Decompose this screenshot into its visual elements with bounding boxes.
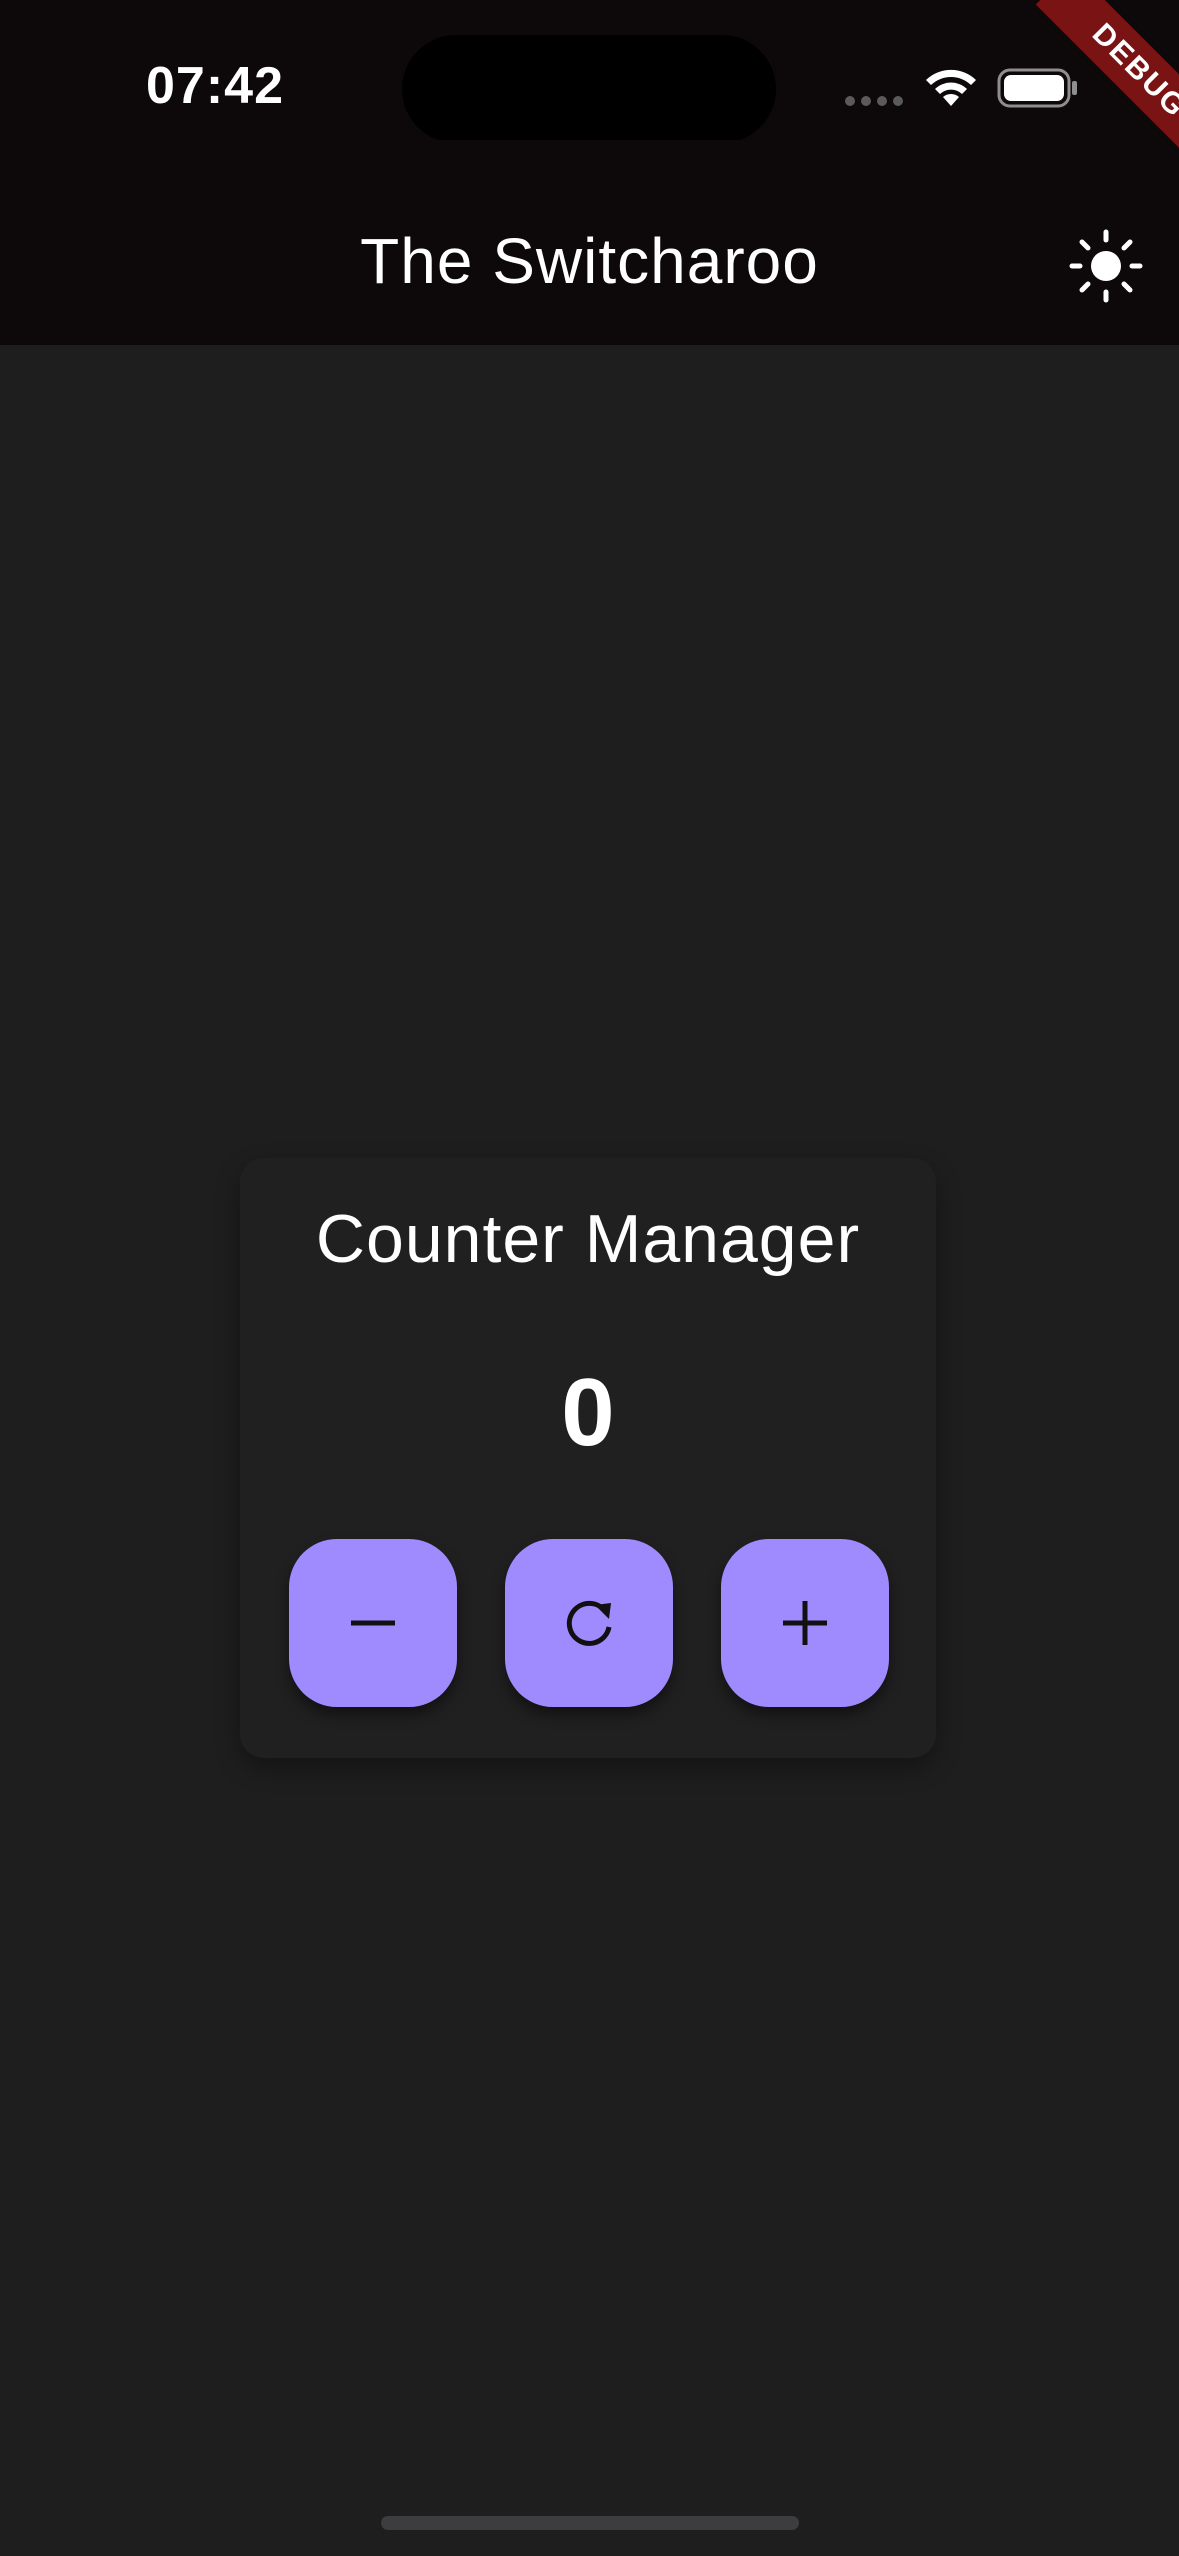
plus-icon <box>783 1601 827 1645</box>
debug-label: DEBUG <box>1035 0 1179 175</box>
wifi-icon <box>926 69 976 106</box>
sun-icon <box>1069 229 1143 303</box>
dynamic-island <box>402 35 776 143</box>
refresh-icon <box>566 1600 612 1646</box>
counter-value: 0 <box>561 1359 615 1466</box>
cellular-dots-icon <box>845 96 905 106</box>
increment-button[interactable] <box>721 1539 889 1707</box>
theme-toggle-button[interactable] <box>1066 226 1146 306</box>
decrement-button[interactable] <box>289 1539 457 1707</box>
reset-button[interactable] <box>505 1539 673 1707</box>
counter-card: Counter Manager 0 <box>240 1158 936 1758</box>
app-title: The Switcharoo <box>360 225 819 297</box>
debug-banner: DEBUG <box>979 0 1179 200</box>
card-title: Counter Manager <box>315 1201 861 1277</box>
minus-icon <box>351 1620 395 1626</box>
status-time: 07:42 <box>146 57 284 115</box>
home-indicator[interactable] <box>381 2516 799 2530</box>
